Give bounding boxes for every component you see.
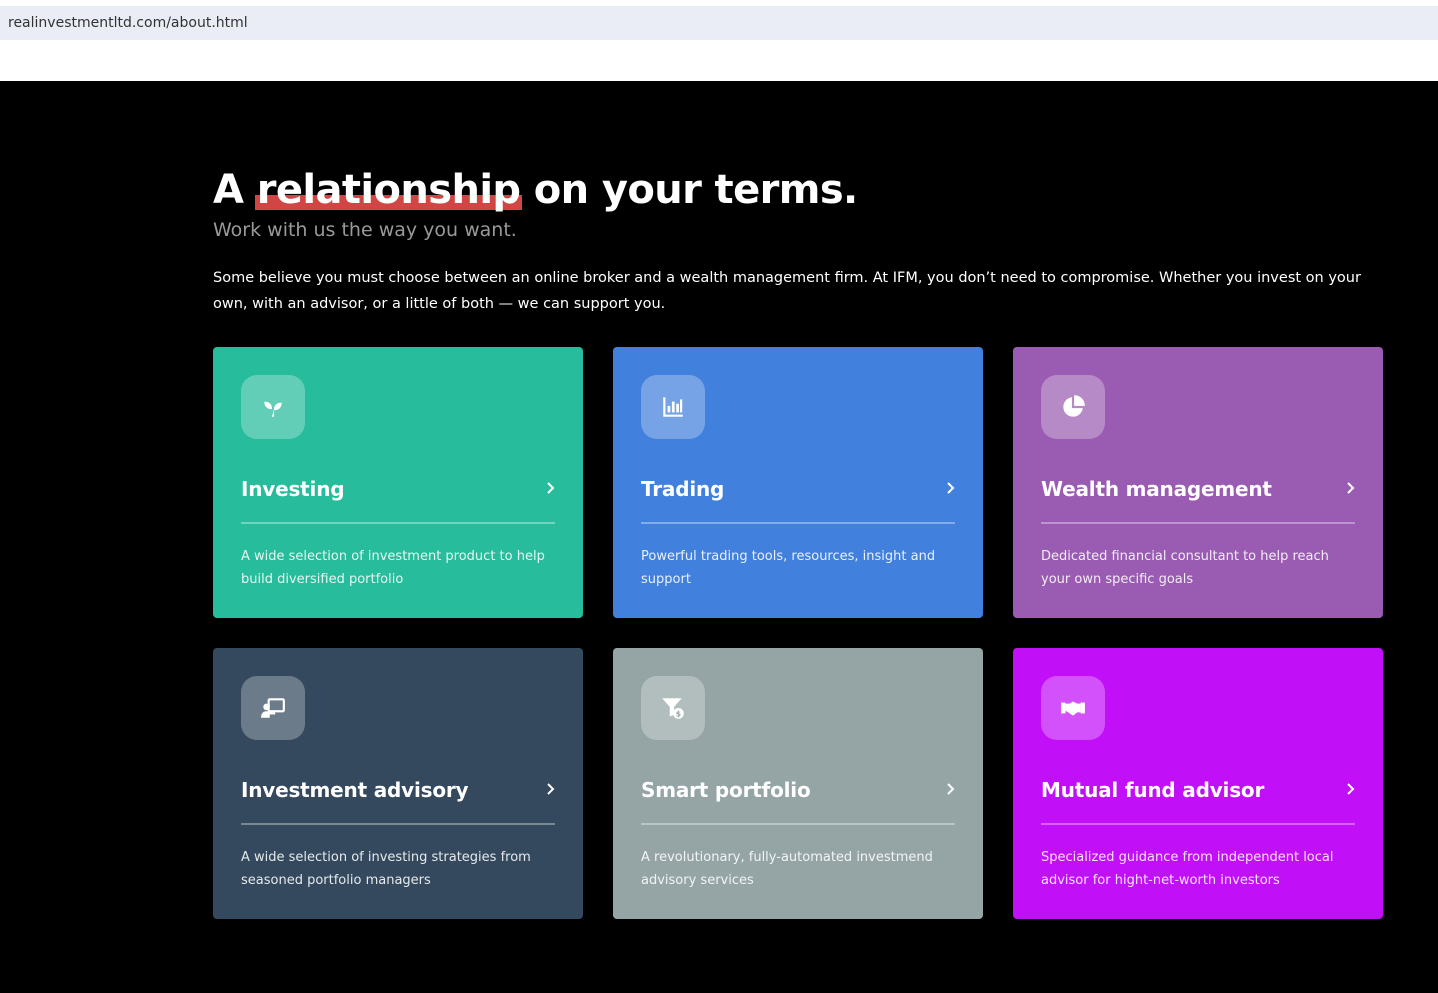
funnel-dollar-icon: $: [641, 676, 705, 740]
card-description: A revolutionary, fully-automated investm…: [641, 850, 933, 888]
headline-pre: A: [213, 167, 257, 213]
intro-paragraph: Some believe you must choose between an …: [213, 270, 1361, 312]
card-description: Dedicated financial consultant to help r…: [1041, 549, 1329, 587]
chevron-right-icon: [947, 783, 955, 795]
about-section: A relationship on your terms. Work with …: [0, 81, 1438, 993]
chevron-right-icon: [947, 482, 955, 494]
card-mutual-fund-advisor[interactable]: Mutual fund advisor Specialized guidance…: [1013, 648, 1383, 919]
card-divider: [1041, 823, 1355, 825]
card-divider: [241, 823, 555, 825]
browser-top: realinvestmentltd.com/about.html: [0, 0, 1438, 81]
card-investing[interactable]: Investing A wide selection of investment…: [213, 347, 583, 618]
bar-chart-icon: [641, 375, 705, 439]
card-trading[interactable]: Trading Powerful trading tools, resource…: [613, 347, 983, 618]
pie-chart-icon: [1041, 375, 1105, 439]
chevron-right-icon: [547, 482, 555, 494]
card-wealth-management[interactable]: Wealth management Dedicated financial co…: [1013, 347, 1383, 618]
page-subtitle: Work with us the way you want.: [213, 219, 517, 241]
card-smart-portfolio[interactable]: $ Smart portfolio A revolutionary, fully…: [613, 648, 983, 919]
handshake-icon: [1041, 676, 1105, 740]
card-divider: [241, 522, 555, 524]
card-title: Investment advisory: [241, 778, 469, 802]
card-title: Wealth management: [1041, 477, 1272, 501]
card-description: A wide selection of investment product t…: [241, 549, 545, 587]
headline-post: on your terms.: [520, 167, 858, 213]
seedling-icon: [241, 375, 305, 439]
chevron-right-icon: [1347, 482, 1355, 494]
chevron-right-icon: [1347, 783, 1355, 795]
card-investment-advisory[interactable]: Investment advisory A wide selection of …: [213, 648, 583, 919]
card-description: Powerful trading tools, resources, insig…: [641, 549, 936, 587]
page-title: A relationship on your terms.: [213, 167, 858, 213]
svg-text:$: $: [676, 710, 681, 719]
card-divider: [641, 823, 955, 825]
card-title: Trading: [641, 477, 725, 501]
card-description: Specialized guidance from independent lo…: [1041, 850, 1334, 888]
card-divider: [641, 522, 955, 524]
card-description: A wide selection of investing strategies…: [241, 850, 531, 888]
card-title: Mutual fund advisor: [1041, 778, 1265, 802]
chevron-right-icon: [547, 783, 555, 795]
presenter-board-icon: [241, 676, 305, 740]
headline-highlight: relationship: [254, 167, 523, 213]
card-title: Smart portfolio: [641, 778, 811, 802]
card-divider: [1041, 522, 1355, 524]
card-title: Investing: [241, 477, 345, 501]
address-bar[interactable]: realinvestmentltd.com/about.html: [0, 6, 1438, 40]
